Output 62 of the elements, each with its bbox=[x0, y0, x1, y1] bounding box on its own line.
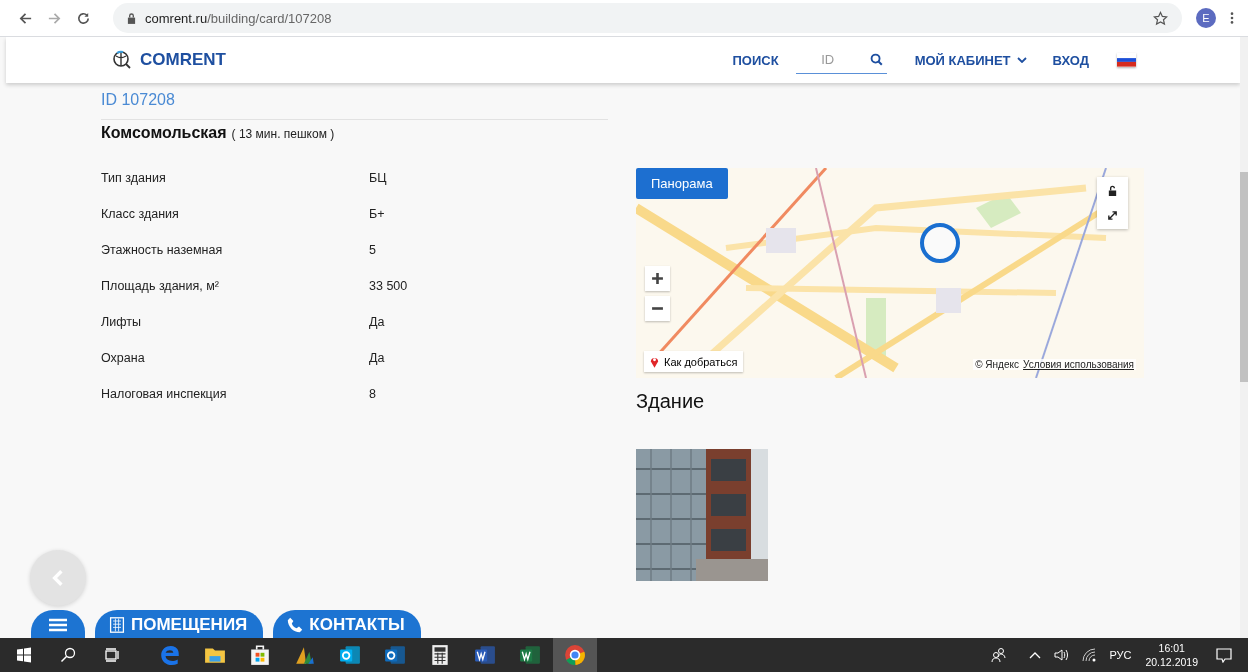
chevron-up-icon[interactable] bbox=[1029, 651, 1042, 659]
search-icon[interactable] bbox=[60, 647, 76, 663]
menu-button[interactable] bbox=[31, 610, 85, 638]
search-link[interactable]: ПОИСК bbox=[732, 52, 779, 68]
property-label: Площадь здания, м² bbox=[101, 279, 220, 293]
rooms-button[interactable]: ПОМЕЩЕНИЯ bbox=[95, 610, 264, 638]
terms-link[interactable]: Условия использования bbox=[1023, 359, 1134, 370]
search-icon[interactable] bbox=[869, 53, 883, 66]
lock-icon bbox=[127, 12, 136, 24]
menu-icon bbox=[48, 617, 68, 633]
logo-icon[interactable] bbox=[112, 50, 132, 70]
notification-icon[interactable] bbox=[1216, 647, 1232, 663]
menu-dots-icon[interactable] bbox=[1230, 11, 1234, 25]
scrollbar[interactable] bbox=[1240, 37, 1248, 638]
walk-time: ( 13 мин. пешком ) bbox=[231, 127, 335, 141]
id-search-field[interactable]: ID bbox=[795, 51, 860, 68]
property-label: Лифты bbox=[101, 315, 142, 329]
flag-icon[interactable] bbox=[1117, 53, 1136, 67]
app-icon[interactable] bbox=[553, 638, 597, 672]
task-view-icon[interactable] bbox=[104, 647, 120, 663]
speaker-icon[interactable] bbox=[1053, 647, 1070, 663]
building-icon bbox=[107, 617, 127, 633]
property-label: Налоговая инспекция bbox=[101, 387, 228, 401]
property-value: Б+ bbox=[369, 207, 386, 221]
wifi-icon[interactable] bbox=[1081, 647, 1098, 663]
panorama-button[interactable]: Панорама bbox=[636, 168, 728, 199]
contacts-button[interactable]: КОНТАКТЫ bbox=[273, 610, 421, 638]
profile-avatar[interactable]: E bbox=[1196, 8, 1216, 28]
metro-station: Комсомольская bbox=[101, 124, 227, 142]
language-indicator[interactable]: РУС bbox=[1109, 649, 1132, 661]
gallery-title: Здание bbox=[636, 390, 706, 413]
property-label: Класс здания bbox=[101, 207, 180, 221]
plus-icon bbox=[651, 272, 664, 285]
clock-time: 16:01 bbox=[1158, 641, 1185, 655]
property-value: Да bbox=[369, 351, 386, 365]
property-label: Тип здания bbox=[101, 171, 167, 185]
property-value: 8 bbox=[369, 387, 377, 401]
zoom-out-button[interactable] bbox=[645, 296, 670, 321]
chevron-down-icon bbox=[1016, 57, 1027, 63]
fullscreen-icon[interactable] bbox=[1107, 210, 1118, 221]
star-icon[interactable] bbox=[1153, 10, 1168, 26]
address-bar[interactable]: comrent.ru/building/card/107208 bbox=[113, 3, 1182, 33]
property-value: 5 bbox=[369, 243, 377, 257]
property-value: БЦ bbox=[369, 171, 388, 185]
people-icon[interactable] bbox=[991, 647, 1008, 663]
logo-text[interactable]: COMRENT bbox=[140, 50, 226, 70]
property-value: Да bbox=[369, 315, 386, 329]
reload-icon[interactable] bbox=[76, 10, 91, 26]
pin-icon bbox=[650, 355, 659, 368]
url-text: comrent.ru/building/card/107208 bbox=[145, 10, 332, 26]
windows-start-icon[interactable] bbox=[16, 647, 32, 663]
chevron-left-icon bbox=[51, 569, 65, 587]
property-value: 33 500 bbox=[369, 279, 409, 293]
login-link[interactable]: ВХОД bbox=[1052, 52, 1089, 68]
map-copyright: © Яндекс bbox=[975, 359, 1019, 370]
route-button[interactable]: Как добраться bbox=[644, 351, 744, 372]
unlock-icon[interactable] bbox=[1107, 185, 1118, 196]
property-label: Этажность наземная bbox=[101, 243, 224, 257]
zoom-in-button[interactable] bbox=[645, 266, 670, 291]
clock-date: 20.12.2019 bbox=[1145, 655, 1198, 669]
property-label: Охрана bbox=[101, 351, 146, 365]
account-menu[interactable]: МОЙ КАБИНЕТ bbox=[914, 52, 1027, 68]
